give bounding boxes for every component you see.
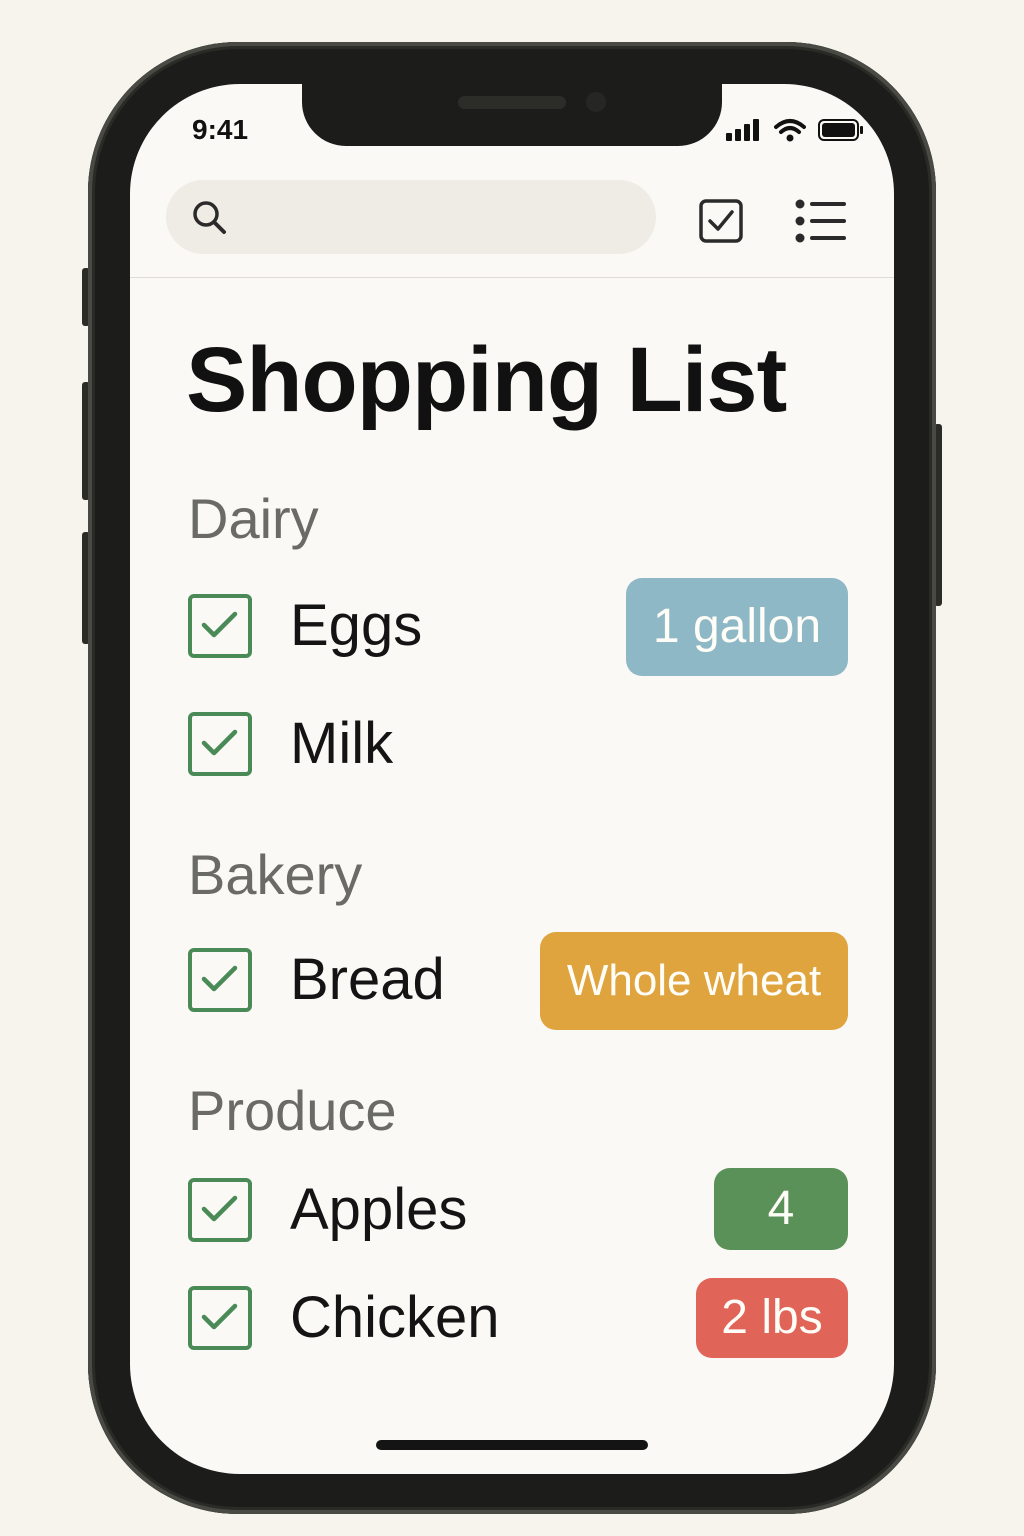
item-label-eggs: Eggs [290,593,423,658]
item-checkbox-chicken[interactable] [188,1286,252,1350]
item-checkbox-milk[interactable] [188,712,252,776]
checkmark-icon [201,965,238,992]
checkmark-icon [201,729,238,756]
status-icons [726,118,864,142]
page-title: Shopping List [186,329,787,431]
signal-icon [726,119,759,141]
front-camera [586,92,606,112]
speaker-grille [458,96,566,109]
home-indicator[interactable] [376,1440,648,1450]
checkmark-icon [201,611,238,638]
toolbar-divider [130,277,894,278]
quantity-badge-eggs: 1 gallon [626,578,848,676]
battery-icon [818,119,863,141]
list-icon[interactable] [794,198,846,244]
checkmark-icon [201,1303,238,1330]
item-label-apples: Apples [290,1177,468,1242]
item-checkbox-eggs[interactable] [188,594,252,658]
quantity-badge-apples: 4 [714,1168,848,1250]
item-label-bread: Bread [290,947,445,1012]
item-checkbox-apples[interactable] [188,1178,252,1242]
search-input[interactable] [246,196,640,240]
item-label-chicken: Chicken [290,1285,500,1350]
status-time: 9:41 [192,114,249,145]
section-header-bakery: Bakery [188,843,363,906]
quantity-badge-chicken: 2 lbs [696,1278,848,1358]
search-bar[interactable] [166,180,656,254]
note-badge-bread: Whole wheat [540,932,848,1030]
section-header-dairy: Dairy [188,487,319,550]
notch [302,84,722,146]
phone-screen: 9:41 Shopping List Dairy Eggs 1 gallon M… [130,84,894,1474]
wifi-icon [774,119,806,142]
search-icon [193,201,226,234]
checkmark-icon [201,1195,238,1222]
checkbox-icon[interactable] [698,198,744,244]
item-label-milk: Milk [290,711,394,776]
section-header-produce: Produce [188,1079,397,1142]
item-checkbox-bread[interactable] [188,948,252,1012]
